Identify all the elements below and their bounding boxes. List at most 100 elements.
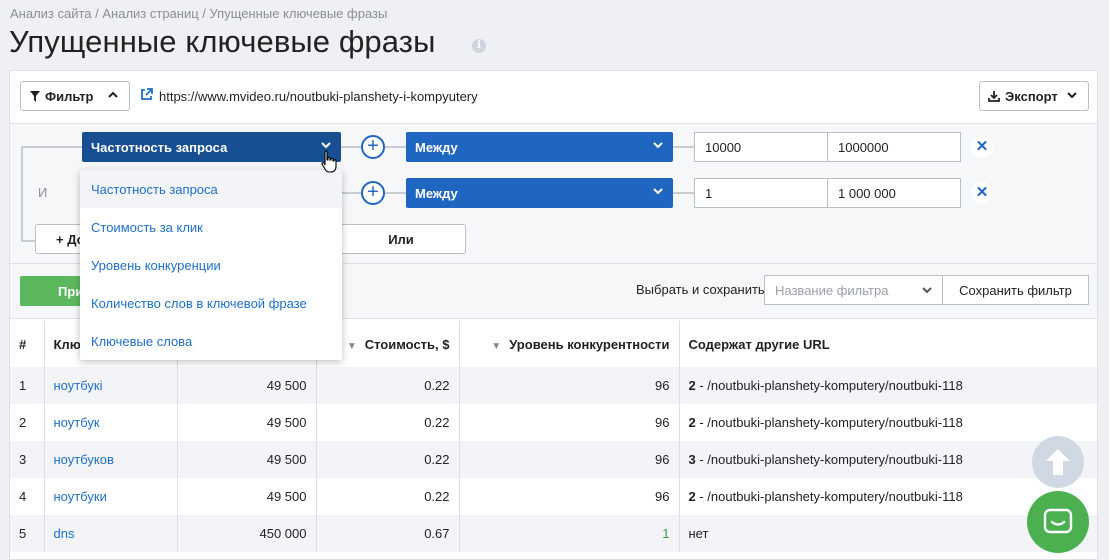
- page-title: Упущенные ключевые фразы: [9, 24, 436, 59]
- tree-line: [21, 146, 83, 148]
- url-path: - /noutbuki-planshety-komputery/noutbuki…: [695, 378, 963, 393]
- export-button[interactable]: Экспорт: [979, 81, 1089, 111]
- filter-label: Фильтр: [45, 88, 94, 104]
- cell-index: 1: [10, 367, 45, 404]
- condition-value: Между: [415, 139, 458, 155]
- toolbar: Фильтр https://www.mvideo.ru/noutbuki-pl…: [10, 71, 1097, 124]
- cell-cost: 0.67: [316, 515, 460, 552]
- breadcrumb[interactable]: Анализ сайта / Анализ страниц / Упущенны…: [10, 6, 387, 21]
- cell-cost: 0.22: [316, 441, 460, 478]
- url-count: 2: [688, 415, 696, 430]
- url-count: 2: [688, 489, 696, 504]
- cell-other-urls: 2 - /noutbuki-planshety-komputery/noutbu…: [679, 367, 1097, 404]
- dropdown-item-word-count[interactable]: Количество слов в ключевой фразе: [80, 284, 342, 322]
- cell-competition: 96: [459, 478, 680, 515]
- dropdown-item-competition[interactable]: Уровень конкуренции: [80, 246, 342, 284]
- keyword-link[interactable]: dns: [44, 515, 178, 552]
- filter-toggle-button[interactable]: Фильтр: [20, 81, 130, 111]
- chevron-down-icon: [921, 284, 933, 299]
- keyword-link[interactable]: ноутбук: [44, 404, 178, 441]
- cell-frequency: 49 500: [177, 404, 317, 441]
- field-dropdown-menu: Частотность запроса Стоимость за клик Ур…: [80, 170, 342, 360]
- col-index: #: [10, 321, 45, 367]
- chevron-down-icon: [652, 185, 664, 200]
- filter-name-placeholder: Название фильтра: [775, 282, 889, 298]
- cell-competition: 1: [459, 515, 680, 552]
- range-to-input[interactable]: 1000000: [827, 132, 961, 162]
- col-other-urls[interactable]: Содержат другие URL: [679, 321, 1097, 367]
- table-row: 2 ноутбук 49 500 0.22 96 2 - /noutbuki-p…: [10, 404, 1097, 441]
- range-from-input[interactable]: 10000: [694, 132, 828, 162]
- condition-value: Между: [415, 185, 458, 201]
- cell-index: 2: [10, 404, 45, 441]
- url-text: https://www.mvideo.ru/noutbuki-planshety…: [159, 88, 478, 104]
- cell-frequency: 49 500: [177, 367, 317, 404]
- cell-cost: 0.22: [316, 404, 460, 441]
- chevron-up-icon: [107, 89, 119, 104]
- cell-frequency: 49 500: [177, 478, 317, 515]
- add-condition-icon[interactable]: +: [361, 181, 385, 205]
- col-competition-label: Уровень конкурентности: [509, 336, 670, 352]
- export-label: Экспорт: [1005, 88, 1058, 104]
- cell-competition: 96: [459, 404, 680, 441]
- scroll-to-top-button[interactable]: [1032, 436, 1084, 488]
- dropdown-item-cpc[interactable]: Стоимость за клик: [80, 208, 342, 246]
- table-row: 1 ноутбукі 49 500 0.22 96 2 - /noutbuki-…: [10, 367, 1097, 404]
- cell-cost: 0.22: [316, 478, 460, 515]
- condition-select[interactable]: Между: [406, 178, 673, 208]
- add-condition-icon[interactable]: +: [361, 135, 385, 159]
- url-path: нет: [688, 526, 709, 541]
- remove-condition-icon[interactable]: ✕: [971, 182, 993, 204]
- url-count: 2: [688, 378, 696, 393]
- dropdown-item-frequency[interactable]: Частотность запроса: [80, 170, 342, 208]
- table-row: 4 ноутбуки 49 500 0.22 96 2 - /noutbuki-…: [10, 478, 1097, 515]
- cell-cost: 0.22: [316, 367, 460, 404]
- chevron-down-icon: [652, 139, 664, 154]
- cell-frequency: 49 500: [177, 441, 317, 478]
- remove-condition-icon[interactable]: ✕: [971, 136, 993, 158]
- connector-line: [385, 192, 406, 194]
- download-icon: [988, 91, 1000, 102]
- keyword-link[interactable]: ноутбукі: [44, 367, 178, 404]
- and-operator-label: И: [38, 185, 48, 200]
- connector-line: [673, 192, 694, 194]
- tree-line: [21, 147, 23, 242]
- cell-index: 4: [10, 478, 45, 515]
- arrow-up-icon: [1046, 449, 1070, 475]
- table-row: 5 dns 450 000 0.67 1 нет: [10, 515, 1097, 552]
- condition-select[interactable]: Между: [406, 132, 673, 162]
- range-to-input[interactable]: 1 000 000: [827, 178, 961, 208]
- sort-down-icon: ▼: [491, 340, 502, 352]
- chat-icon: [1043, 508, 1073, 534]
- sort-down-icon: ▼: [346, 340, 357, 352]
- keyword-link[interactable]: ноутбуков: [44, 441, 178, 478]
- chevron-down-icon: [1066, 89, 1078, 104]
- url-count: 3: [688, 452, 696, 467]
- connector-line: [341, 192, 361, 194]
- hand-cursor-icon: [320, 150, 338, 179]
- or-button[interactable]: Или: [336, 224, 466, 254]
- range-from-input[interactable]: 1: [694, 178, 828, 208]
- external-link-icon: [140, 88, 153, 104]
- connector-line: [673, 146, 694, 148]
- keyword-link[interactable]: ноутбуки: [44, 478, 178, 515]
- cell-index: 5: [10, 515, 45, 552]
- info-icon[interactable]: i: [472, 39, 486, 53]
- cell-index: 3: [10, 441, 45, 478]
- cell-competition: 96: [459, 441, 680, 478]
- table-row: 3 ноутбуков 49 500 0.22 96 3 - /noutbuki…: [10, 441, 1097, 478]
- cell-other-urls: 2 - /noutbuki-planshety-komputery/noutbu…: [679, 404, 1097, 441]
- col-cost-label: Стоимость, $: [364, 336, 450, 352]
- save-filter-label: Выбрать и сохранить: [636, 282, 765, 297]
- url-path: - /noutbuki-planshety-komputery/noutbuki…: [695, 415, 963, 430]
- col-competition[interactable]: ▼ Уровень конкурентности: [459, 321, 680, 367]
- field-select[interactable]: Частотность запроса: [82, 132, 341, 162]
- cell-frequency: 450 000: [177, 515, 317, 552]
- filter-name-select[interactable]: Название фильтра: [764, 275, 943, 305]
- funnel-icon: [30, 90, 40, 102]
- save-filter-button[interactable]: Сохранить фильтр: [942, 275, 1089, 305]
- dropdown-item-keywords[interactable]: Ключевые слова: [80, 322, 342, 360]
- field-select-value: Частотность запроса: [91, 139, 228, 155]
- analyzed-url[interactable]: https://www.mvideo.ru/noutbuki-planshety…: [140, 88, 478, 104]
- chat-button[interactable]: [1027, 491, 1089, 553]
